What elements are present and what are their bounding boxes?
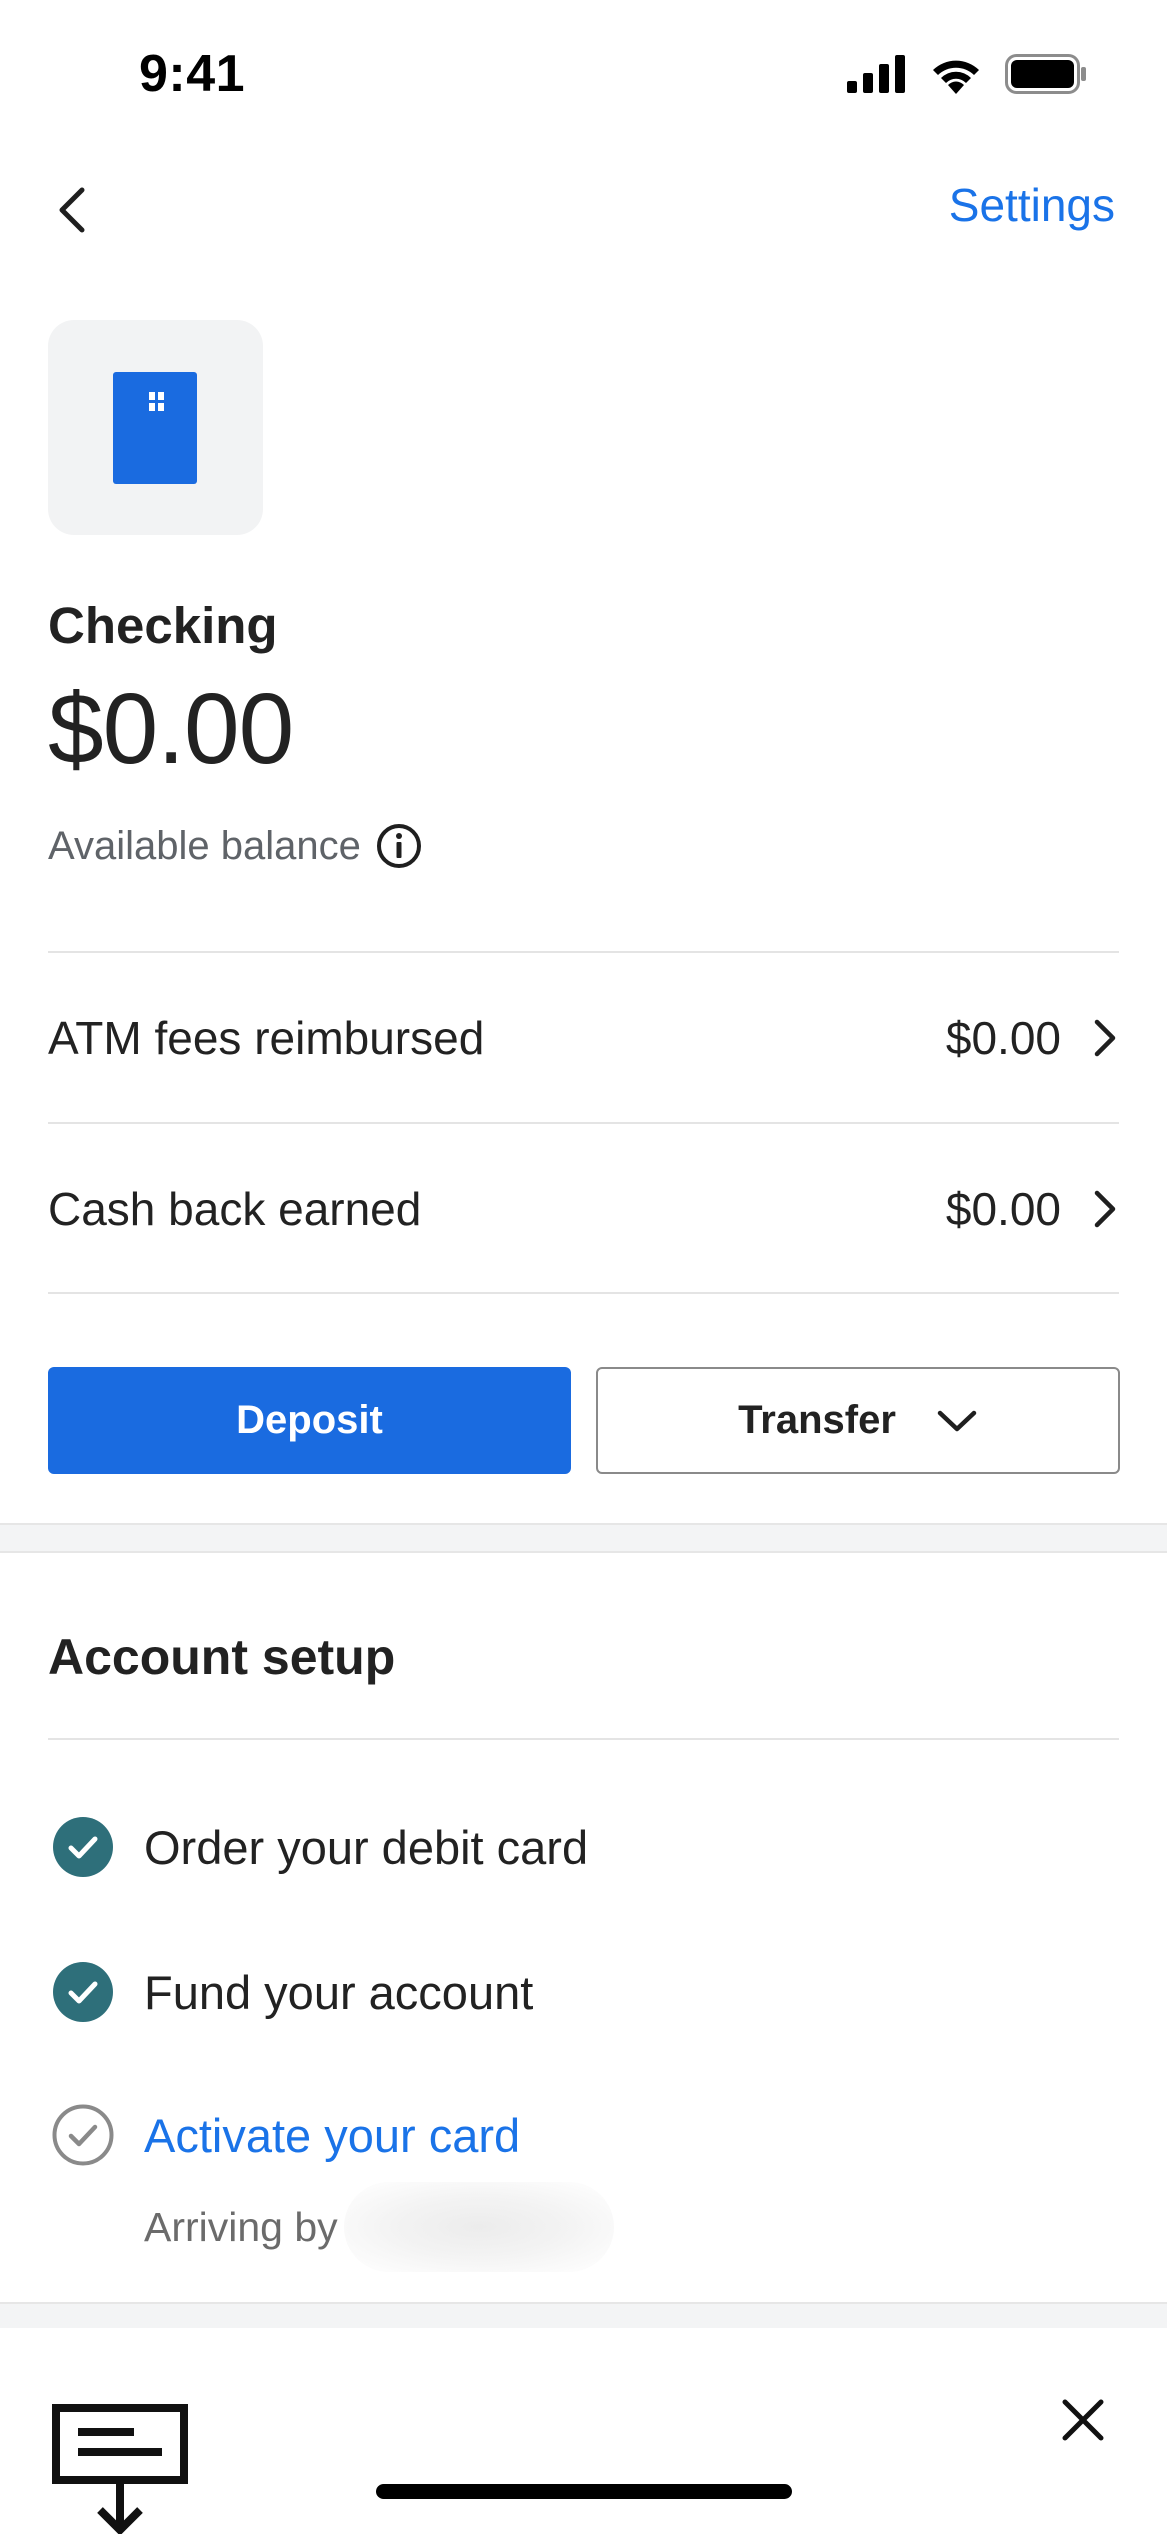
wifi-icon	[933, 60, 979, 94]
card-chip-icon	[149, 392, 164, 411]
divider	[48, 1122, 1119, 1124]
close-icon[interactable]	[1055, 2392, 1111, 2448]
divider	[48, 1738, 1119, 1740]
task-fund-account: Fund your account	[52, 1961, 533, 2023]
arriving-by-text: Arriving by	[144, 2182, 614, 2272]
check-circle-filled-icon	[53, 1962, 113, 2022]
check-circle-outline-icon	[52, 2104, 114, 2166]
chevron-right-icon	[1094, 1019, 1116, 1057]
settings-link[interactable]: Settings	[949, 178, 1115, 232]
task-label: Fund your account	[144, 1965, 534, 2019]
arriving-by-label: Arriving by	[144, 2203, 338, 2250]
activate-card-link[interactable]: Activate your card	[144, 2108, 520, 2163]
info-icon[interactable]	[375, 822, 423, 870]
transfer-button[interactable]: Transfer	[596, 1367, 1120, 1474]
chevron-right-icon	[1094, 1190, 1116, 1228]
status-time: 9:41	[139, 45, 246, 103]
task-activate-card[interactable]: Activate your card	[52, 2104, 520, 2166]
divider	[48, 1292, 1119, 1294]
chevron-down-icon	[937, 1410, 977, 1431]
account-name: Checking	[48, 597, 278, 654]
available-balance-label: Available balance	[48, 822, 423, 870]
task-order-debit-card: Order your debit card	[52, 1816, 588, 1878]
available-balance-text: Available balance	[48, 823, 361, 868]
row-label: Cash back earned	[48, 1183, 422, 1235]
section-separator	[0, 1523, 1167, 1553]
home-indicator	[376, 2484, 792, 2499]
cellular-signal-icon	[847, 55, 905, 93]
back-button[interactable]	[48, 180, 98, 240]
deposit-button[interactable]: Deposit	[48, 1367, 571, 1474]
status-icons	[847, 54, 1087, 94]
divider	[48, 951, 1119, 953]
row-label: ATM fees reimbursed	[48, 1012, 485, 1064]
battery-icon	[1005, 54, 1086, 94]
cash-back-row[interactable]: Cash back earned $0.00	[48, 1125, 1119, 1293]
check-deposit-icon	[52, 2404, 188, 2534]
redacted-date	[343, 2182, 614, 2272]
chevron-left-icon	[59, 187, 85, 233]
row-value: $0.00	[945, 1012, 1061, 1064]
deposit-button-label: Deposit	[236, 1398, 383, 1442]
account-setup-title: Account setup	[48, 1629, 396, 1685]
task-label: Order your debit card	[144, 1820, 589, 1874]
atm-fees-row[interactable]: ATM fees reimbursed $0.00	[48, 954, 1119, 1122]
transfer-button-label: Transfer	[738, 1398, 896, 1442]
check-circle-filled-icon	[53, 1817, 113, 1877]
debit-card-icon	[113, 372, 197, 484]
section-separator	[0, 2302, 1167, 2328]
account-card-thumbnail	[48, 320, 263, 535]
row-value: $0.00	[945, 1183, 1061, 1235]
account-balance: $0.00	[48, 673, 294, 785]
